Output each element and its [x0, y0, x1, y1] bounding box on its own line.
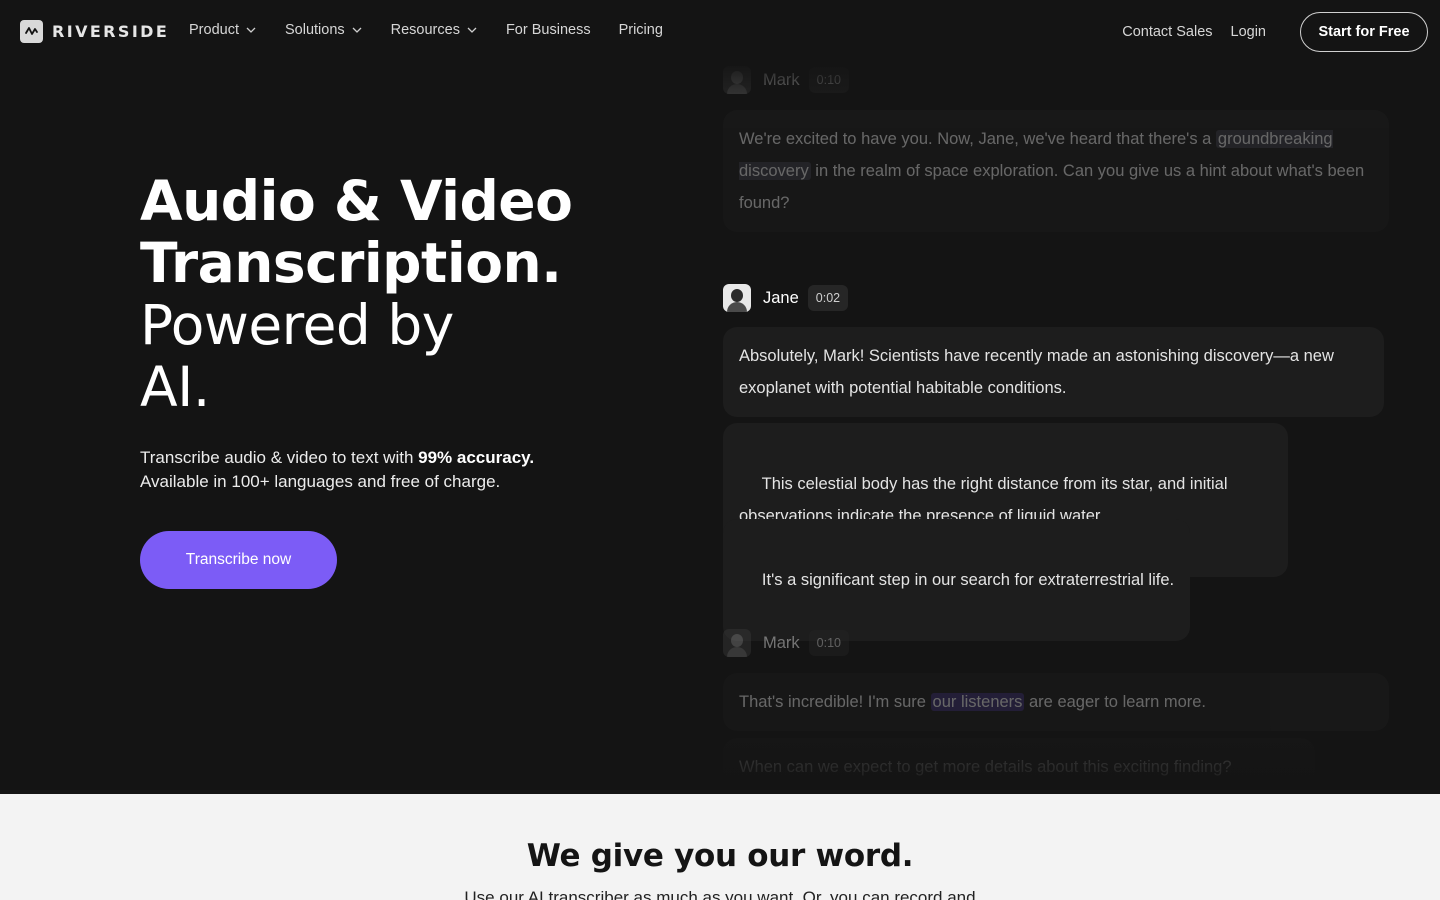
- speaker-row: Mark 0:10: [723, 629, 850, 657]
- bubble-text: When can we expect to get more details a…: [739, 758, 1232, 776]
- hero-subtitle: Transcribe audio & video to text with 99…: [140, 446, 600, 494]
- login-link[interactable]: Login: [1231, 24, 1266, 40]
- timestamp-badge: 0:10: [808, 67, 850, 93]
- section-subtitle: Use our AI transcriber as much as you wa…: [464, 888, 976, 900]
- timestamp-badge: 0:10: [808, 630, 850, 656]
- hero-subtitle-text: Transcribe audio & video to text with: [140, 448, 419, 467]
- transcript-bubble: When can we expect to get more details a…: [723, 738, 1315, 794]
- chevron-down-icon: [246, 27, 256, 33]
- bubble-text: That's incredible! I'm sure: [739, 693, 931, 711]
- bubble-text: This celestial body has the right distan…: [739, 475, 1233, 525]
- avatar: [723, 284, 751, 312]
- accuracy-highlight: 99% accuracy.: [418, 448, 535, 467]
- transcript-bubble: It's a significant step in our search fo…: [723, 519, 1191, 641]
- start-for-free-button[interactable]: Start for Free: [1300, 12, 1428, 52]
- nav-label: Resources: [390, 22, 460, 38]
- hero-title-line: AI.: [140, 355, 210, 419]
- word-section: We give you our word. Use our AI transcr…: [0, 794, 1440, 900]
- hero-title-line: Powered by: [140, 293, 454, 357]
- avatar: [723, 629, 751, 657]
- transcribe-now-button[interactable]: Transcribe now: [140, 531, 337, 589]
- bubble-text: Absolutely, Mark! Scientists have recent…: [739, 347, 1334, 397]
- bubble-text: in the realm of space exploration. Can y…: [739, 162, 1365, 212]
- speaker-name: Mark: [763, 70, 800, 89]
- bubble-text: It's a significant step in our search fo…: [757, 571, 1175, 589]
- transcript-bubble: Absolutely, Mark! Scientists have recent…: [723, 327, 1384, 417]
- nav-label: Solutions: [284, 22, 345, 38]
- nav-label: For Business: [505, 22, 591, 38]
- highlighted-phrase: our listeners: [930, 693, 1025, 711]
- riverside-logo-icon: [20, 20, 43, 43]
- nav-item-solutions[interactable]: Solutions: [285, 22, 363, 38]
- nav-item-for-business[interactable]: For Business: [506, 22, 591, 38]
- hero-title-line: Transcription.: [140, 231, 562, 295]
- brand-name: RIVERSIDE: [52, 22, 170, 41]
- timestamp-badge: 0:02: [807, 285, 849, 311]
- nav-item-product[interactable]: Product: [189, 22, 257, 38]
- chevron-down-icon: [352, 27, 362, 33]
- bubble-text: are eager to learn more.: [1024, 693, 1207, 711]
- chevron-down-icon: [467, 27, 477, 33]
- speaker-row: Jane 0:02: [723, 284, 849, 312]
- hero-title-line: Audio & Video: [140, 169, 573, 233]
- brand-logo[interactable]: RIVERSIDE: [20, 20, 169, 43]
- transcript-bubble: We're excited to have you. Now, Jane, we…: [723, 110, 1389, 232]
- hero-subtitle-line2: Available in 100+ languages and free of …: [140, 472, 501, 491]
- nav-links: Product Solutions Resources For Business…: [189, 22, 691, 38]
- speaker-name: Mark: [763, 633, 800, 652]
- nav-label: Pricing: [618, 22, 663, 38]
- speaker-row: Mark 0:10: [723, 66, 850, 94]
- transcript-preview: Mark 0:10 We're excited to have you. Now…: [723, 60, 1403, 794]
- transcript-bubble: That's incredible! I'm sure our listener…: [723, 673, 1389, 731]
- bubble-text: We're excited to have you. Now, Jane, we…: [739, 130, 1216, 148]
- nav-label: Product: [189, 22, 239, 38]
- nav-item-pricing[interactable]: Pricing: [619, 22, 663, 38]
- nav-item-resources[interactable]: Resources: [391, 22, 478, 38]
- section-title: We give you our word.: [526, 838, 914, 874]
- contact-sales-link[interactable]: Contact Sales: [1122, 24, 1212, 40]
- top-nav: RIVERSIDE Product Solutions Resources Fo…: [0, 0, 1440, 64]
- speaker-name: Jane: [763, 288, 799, 307]
- nav-actions: Contact Sales Login Start for Free: [1122, 12, 1428, 52]
- avatar: [723, 66, 751, 94]
- hero-title: Audio & Video Transcription. Powered by …: [140, 170, 680, 418]
